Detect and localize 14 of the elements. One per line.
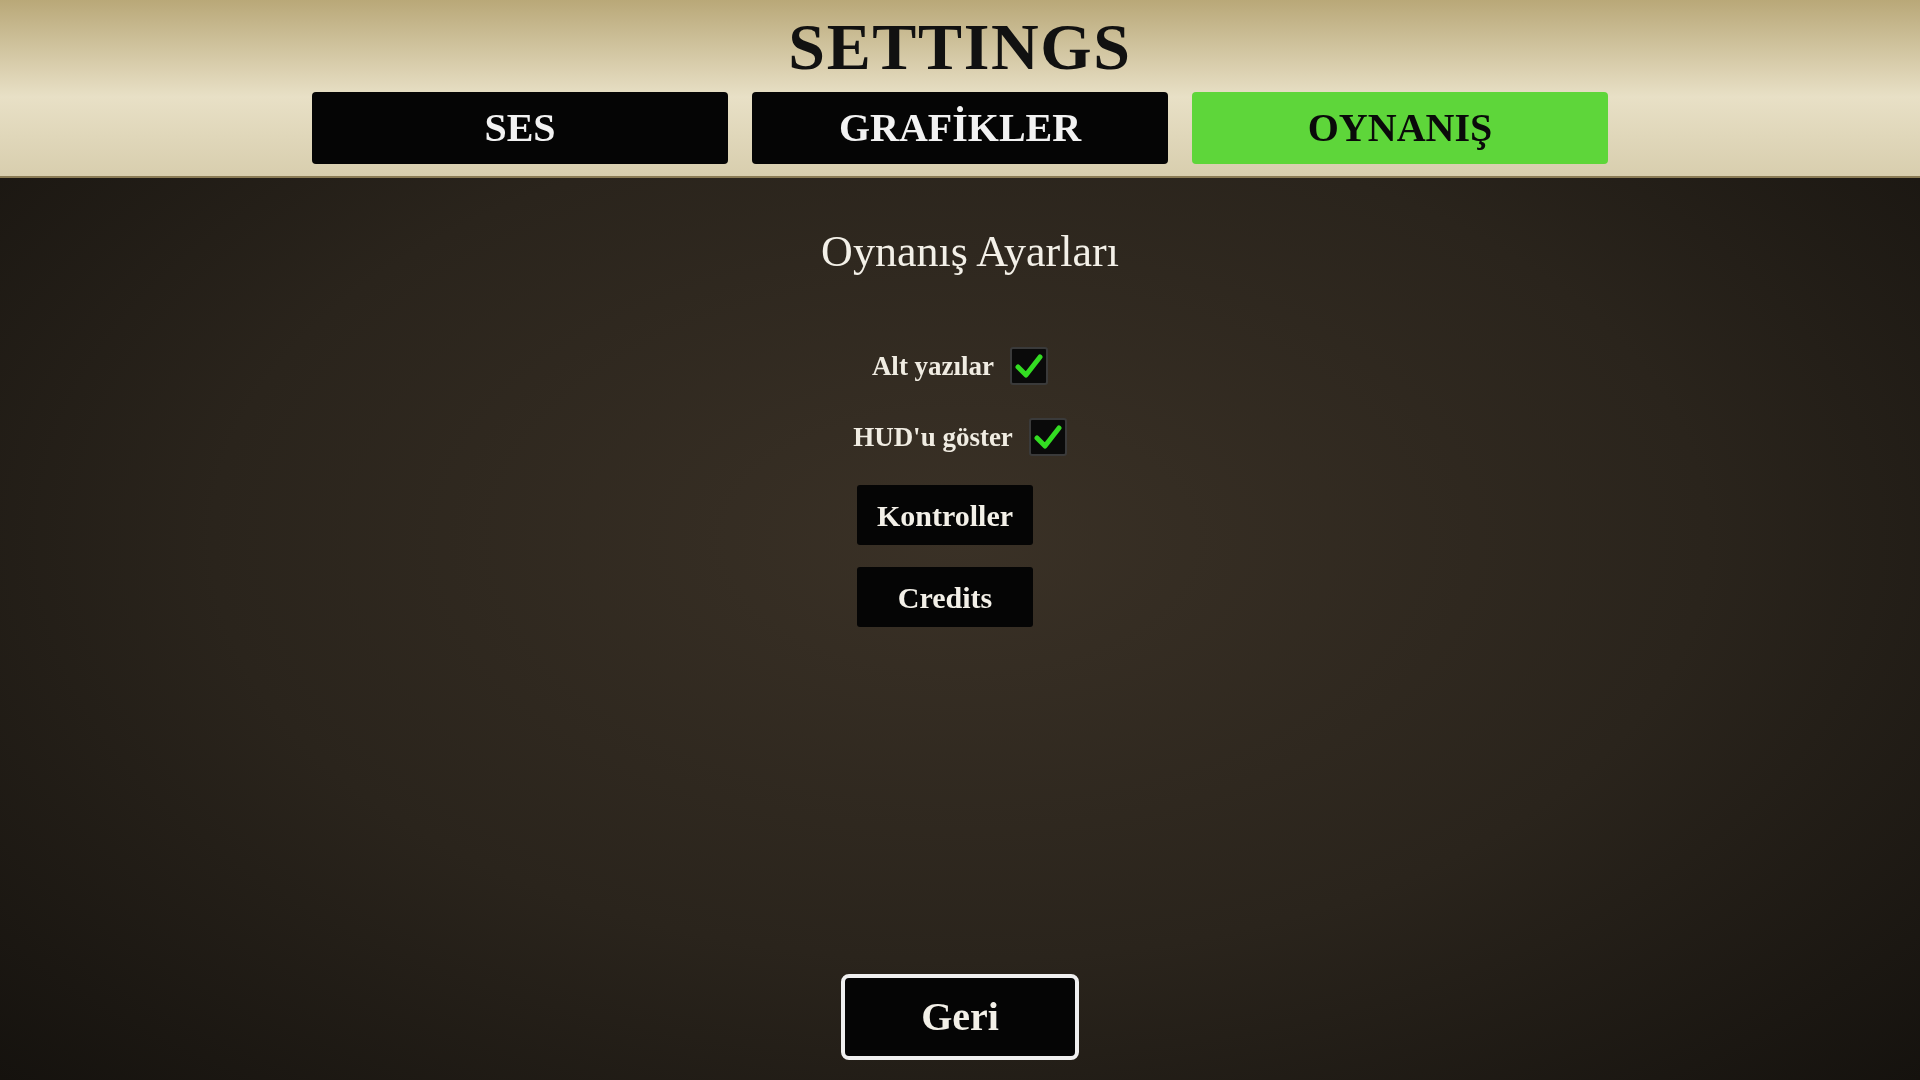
- back-button[interactable]: Geri: [841, 974, 1079, 1060]
- tab[interactable]: SES: [312, 92, 728, 164]
- option-label: HUD'u göster: [853, 420, 1013, 454]
- checkbox[interactable]: [1010, 347, 1049, 386]
- checkmark-icon: [1033, 423, 1062, 450]
- page-title: SETTINGS: [788, 14, 1132, 80]
- section-title: Oynanış Ayarları: [821, 230, 1119, 274]
- checkmark-icon: [1015, 353, 1044, 380]
- tab[interactable]: GRAFİKLER: [752, 92, 1168, 164]
- checkbox[interactable]: [1028, 417, 1067, 456]
- option-label: Alt yazılar: [871, 350, 995, 383]
- menu-button[interactable]: Credits: [857, 567, 1033, 627]
- menu-button[interactable]: Kontroller: [857, 485, 1033, 545]
- tab[interactable]: OYNANIŞ: [1192, 92, 1608, 164]
